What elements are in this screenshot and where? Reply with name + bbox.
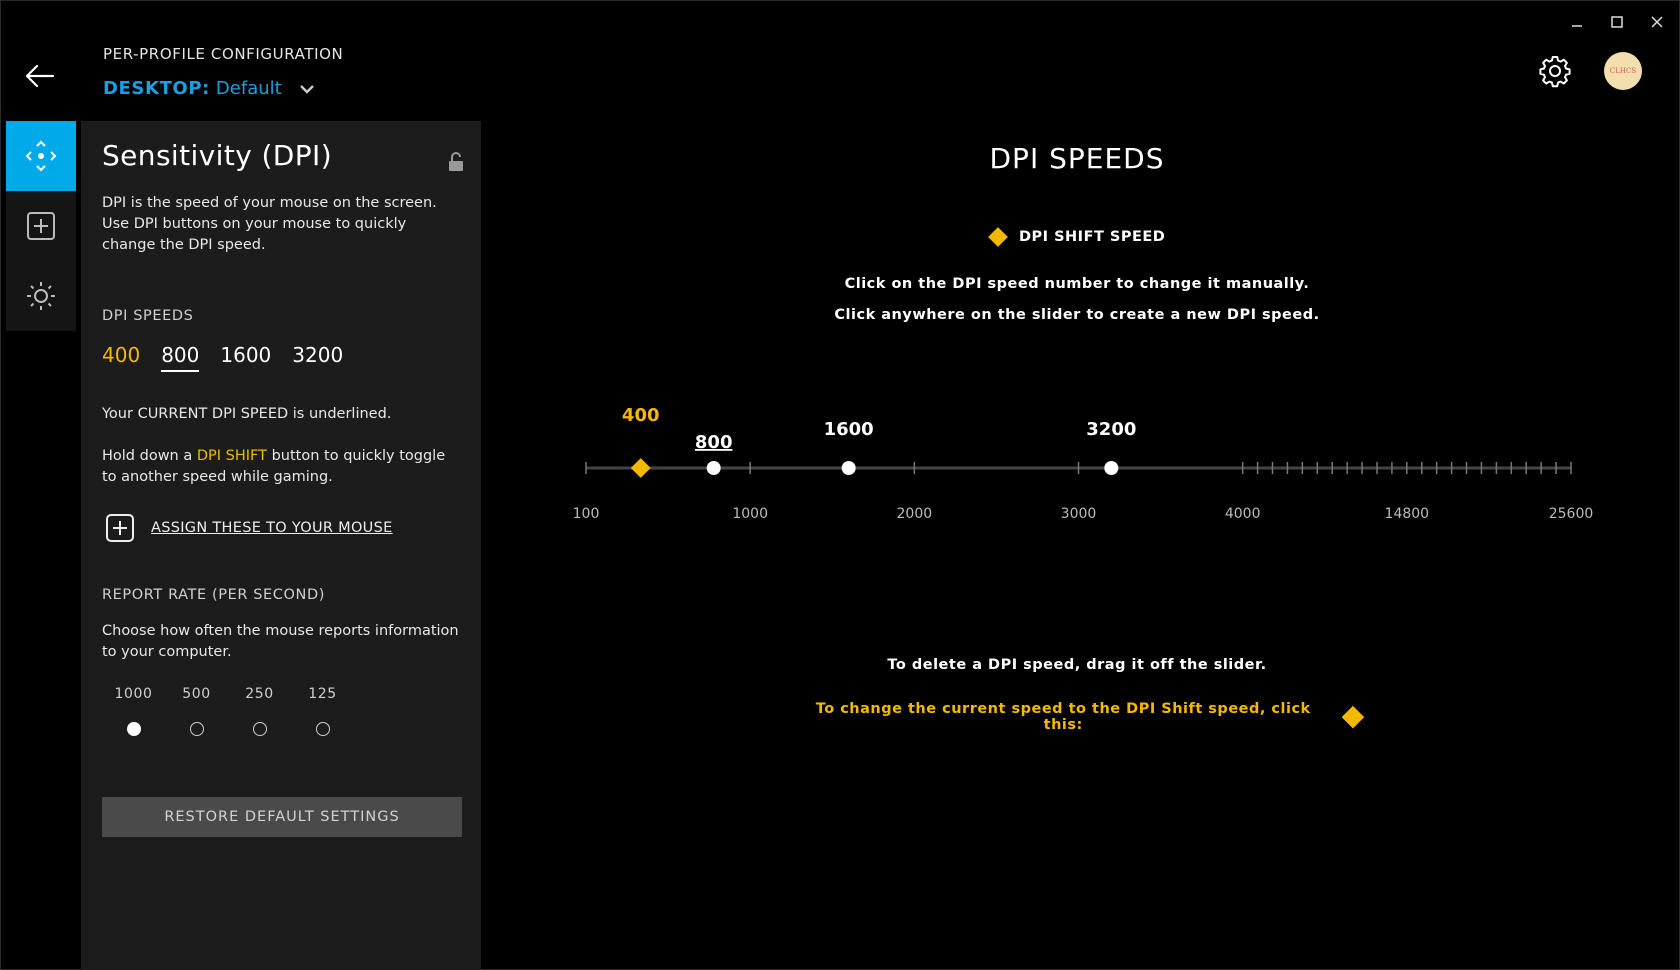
dpi-shift-note-text: Hold down a [102, 448, 197, 464]
slider-axis-label: 4000 [1225, 506, 1261, 522]
report-rate-option: 500 [165, 686, 228, 736]
dpi-speed-shift[interactable]: 400 [102, 343, 140, 372]
dpi-speed-label[interactable]: 3200 [1086, 419, 1136, 440]
unlock-icon [449, 152, 463, 171]
profile-name: Default [215, 78, 282, 99]
dpi-shift-diamond-button[interactable] [1342, 705, 1365, 729]
delete-dpi-note: To delete a DPI speed, drag it off the s… [887, 657, 1267, 673]
dpi-shift-highlight: DPI SHIFT [196, 448, 267, 464]
report-rate-value: 125 [308, 686, 337, 702]
add-square-icon [106, 514, 134, 542]
dpi-shift-note: Hold down a DPI SHIFT button to quickly … [102, 446, 462, 488]
dpi-shift-diamond-icon [988, 227, 1008, 247]
close-icon [1651, 16, 1663, 28]
back-button[interactable] [23, 59, 57, 93]
slider-axis-label: 100 [573, 506, 600, 522]
pointer-move-icon [25, 140, 57, 172]
report-rate-radio[interactable] [252, 722, 267, 736]
report-rate-option: 1000 [102, 686, 165, 736]
lock-button[interactable] [447, 151, 465, 173]
slider-axis-label: 14800 [1385, 506, 1430, 522]
dpi-speed-item[interactable]: 3200 [292, 343, 343, 372]
instruction-text: Click on the DPI speed number to change … [844, 276, 1310, 292]
dpi-speeds-label: DPI SPEEDS [102, 308, 194, 324]
minimize-icon [1572, 25, 1582, 27]
dpi-shift-marker[interactable] [630, 458, 651, 478]
slider-axis-label: 3000 [1061, 506, 1097, 522]
app-window: PER-PROFILE CONFIGURATION DESKTOP: Defau… [0, 0, 1680, 970]
avatar[interactable]: CLHCS [1604, 52, 1642, 90]
report-rate-value: 500 [182, 686, 211, 702]
report-rate-value: 250 [245, 686, 274, 702]
profile-selector[interactable]: DESKTOP: Default [103, 78, 318, 99]
maximize-button[interactable] [1601, 9, 1633, 35]
close-button[interactable] [1641, 9, 1673, 35]
restore-defaults-button[interactable]: RESTORE DEFAULT SETTINGS [102, 797, 462, 837]
gear-icon [1539, 56, 1571, 88]
dpi-speed-label[interactable]: 800 [695, 432, 733, 453]
maximize-icon [1611, 16, 1623, 28]
minimize-button[interactable] [1561, 9, 1593, 35]
slider-axis-label: 1000 [732, 506, 768, 522]
legend-label: DPI SHIFT SPEED [1019, 229, 1166, 245]
add-square-icon [27, 212, 55, 240]
dpi-shift-action-text: To change the current speed to the DPI S… [815, 701, 1311, 733]
dpi-shift-legend: DPI SHIFT SPEED [988, 227, 1166, 247]
dpi-speed-label[interactable]: 1600 [824, 419, 874, 440]
settings-button[interactable] [1538, 54, 1572, 88]
panel-title: Sensitivity (DPI) [102, 139, 333, 172]
report-rate-description: Choose how often the mouse reports infor… [102, 623, 459, 660]
rail-item-sensitivity[interactable] [6, 121, 76, 191]
current-dpi-note: Your CURRENT DPI SPEED is underlined. [102, 406, 392, 422]
instruction-text: Click anywhere on the slider to create a… [834, 307, 1320, 323]
assign-label: ASSIGN THESE TO YOUR MOUSE [151, 520, 393, 536]
dpi-speed-list: 400 800 1600 3200 [102, 343, 343, 372]
dpi-speed-item[interactable]: 1600 [220, 343, 271, 372]
report-rate-label: REPORT RATE (PER SECOND) [102, 587, 326, 603]
avatar-text: CLHCS [1609, 67, 1637, 75]
report-rate-option: 125 [291, 686, 354, 736]
report-rate-value: 1000 [114, 686, 153, 702]
lighting-icon [27, 282, 55, 310]
assign-to-mouse-link[interactable]: ASSIGN THESE TO YOUR MOUSE [105, 513, 393, 543]
page-title: PER-PROFILE CONFIGURATION [103, 45, 344, 63]
dpi-speed-marker[interactable] [706, 461, 721, 475]
dpi-speed-marker[interactable] [1104, 461, 1119, 475]
report-rate-radio[interactable] [315, 722, 330, 736]
report-rate-radio[interactable] [126, 722, 141, 736]
report-rate-options: 1000 500 250 125 [102, 686, 354, 736]
panel-description: DPI is the speed of your mouse on the sc… [102, 195, 437, 253]
dpi-shift-action: To change the current speed to the DPI S… [801, 701, 1365, 733]
chevron-down-icon [299, 84, 314, 94]
dpi-slider[interactable]: 100 1000 2000 3000 4000 14800 25600 400 800 1600 3… [561, 391, 1621, 541]
report-rate-radio[interactable] [189, 722, 204, 736]
slider-axis-label: 2000 [897, 506, 933, 522]
profile-kind: DESKTOP: [103, 78, 210, 99]
feature-rail [6, 121, 76, 331]
rail-item-assignments[interactable] [6, 191, 76, 261]
dpi-speed-marker[interactable] [841, 461, 856, 475]
report-rate-option: 250 [228, 686, 291, 736]
dpi-speed-label[interactable]: 400 [622, 405, 660, 426]
dpi-speed-current[interactable]: 800 [161, 343, 200, 372]
dpi-speeds-heading: DPI SPEEDS [989, 142, 1165, 175]
sensitivity-panel: Sensitivity (DPI) DPI is the speed of yo… [81, 121, 481, 970]
back-arrow-icon [25, 64, 55, 88]
slider-axis-label: 25600 [1549, 506, 1594, 522]
rail-item-lighting[interactable] [6, 261, 76, 331]
